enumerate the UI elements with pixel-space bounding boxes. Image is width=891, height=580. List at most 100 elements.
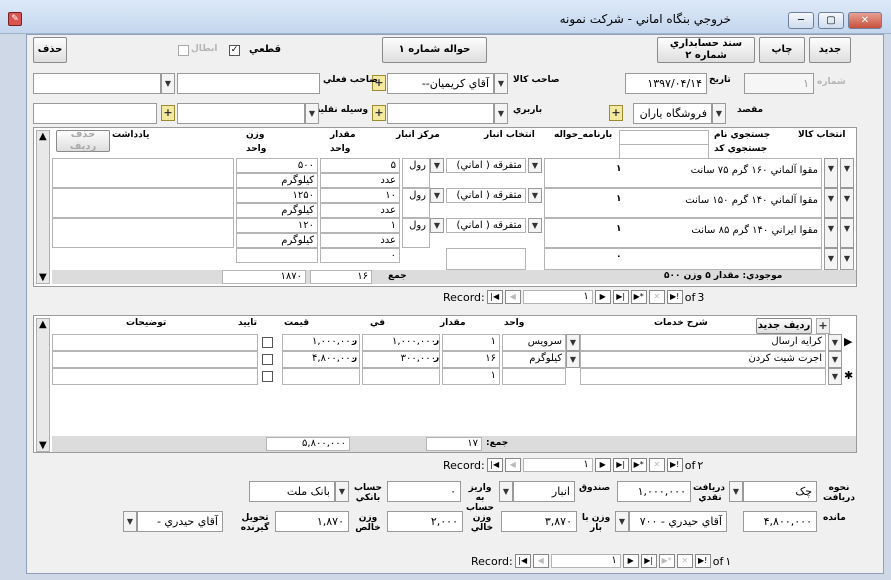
service-row-qty[interactable]: ۱	[442, 334, 500, 351]
services-nav-new[interactable]: ▶*	[630, 458, 647, 472]
goods-nav-new[interactable]: ▶*	[630, 290, 647, 304]
service-new-row-unit[interactable]	[502, 368, 566, 385]
main-nav-current[interactable]: ۱	[550, 554, 621, 568]
main-nav-prev[interactable]: ◀	[532, 554, 549, 568]
minimize-button[interactable]: ─	[788, 12, 814, 29]
goods-new-row-qty[interactable]: ۰	[320, 248, 400, 263]
destination-add-icon[interactable]: +	[609, 105, 623, 121]
final-checkbox[interactable]: ✓	[229, 45, 240, 56]
bank-field[interactable]: بانک ملت	[249, 481, 335, 502]
service-row-total[interactable]: ۴,۸۰۰,۰۰۰	[282, 351, 360, 368]
goods-row-weight[interactable]: ۱۲۵۰	[236, 188, 318, 203]
goods-row-center-dropdown[interactable]: ▼	[430, 218, 444, 233]
cash-field[interactable]: ۱,۰۰۰,۰۰۰	[617, 481, 691, 502]
main-nav-first[interactable]: |◀	[514, 554, 531, 568]
goods-row-select[interactable]: ▼	[840, 248, 854, 270]
goods-row-center-dropdown[interactable]: ▼	[430, 188, 444, 203]
services-nav-search[interactable]: ▶!	[666, 458, 683, 472]
bank-dropdown[interactable]: ▼	[335, 481, 349, 502]
service-row-dropdown[interactable]: ▼	[828, 351, 842, 368]
pay-method-dropdown[interactable]: ▼	[729, 481, 743, 502]
person-dropdown[interactable]: ▼	[615, 511, 629, 532]
goods-nav-first[interactable]: |◀	[486, 290, 503, 304]
remain-field[interactable]: ۴,۸۰۰,۰۰۰	[743, 511, 817, 532]
receiver-dropdown[interactable]: ▼	[123, 511, 137, 532]
service-row-confirm-checkbox[interactable]	[262, 337, 273, 348]
voucher-button[interactable]: سند حسابداري شماره ۲	[657, 37, 755, 63]
service-row-unit[interactable]: سرويس	[502, 334, 566, 351]
goods-row-center[interactable]: رول	[402, 188, 430, 218]
goods-owner-dropdown[interactable]: ▼	[494, 73, 508, 94]
goods-row-name[interactable]: مقوا آلماني ۱۶۰ گرم ۷۵ سانت	[544, 158, 822, 188]
cashbox-dropdown[interactable]: ▼	[499, 481, 513, 502]
vehicle-add-icon[interactable]: +	[161, 105, 175, 121]
person-field[interactable]: آقاي حيدري - ۷۰۰	[629, 511, 727, 532]
service-row-dropdown[interactable]: ▼	[828, 334, 842, 351]
service-new-row-notes[interactable]	[52, 368, 258, 385]
loader-add-icon[interactable]: +	[372, 105, 386, 121]
goods-nav-current[interactable]: ۱	[522, 290, 593, 304]
service-row-price[interactable]: ۱,۰۰۰,۰۰۰	[362, 334, 440, 351]
goods-new-row-name[interactable]	[544, 248, 822, 270]
close-button[interactable]: ✕	[848, 12, 882, 29]
services-nav-prev[interactable]: ◀	[504, 458, 521, 472]
service-row-dropdown[interactable]: ▼	[828, 368, 842, 385]
goods-row-qty[interactable]: ۱۰	[320, 188, 400, 203]
service-row-total[interactable]: ۱,۰۰۰,۰۰۰	[282, 334, 360, 351]
service-row-qty[interactable]: ۱۶	[442, 351, 500, 368]
service-row-confirm-checkbox[interactable]	[262, 354, 273, 365]
goods-row-weight[interactable]: ۱۲۰	[236, 218, 318, 233]
main-nav-next[interactable]: ▶	[622, 554, 639, 568]
goods-nav-next[interactable]: ▶	[594, 290, 611, 304]
goods-row-notes[interactable]	[52, 158, 234, 188]
destination-field[interactable]: فروشگاه ياران	[633, 103, 712, 124]
receiver-field[interactable]: آقاي حيدري -	[137, 511, 223, 532]
vehicle-extra-field[interactable]	[33, 103, 157, 124]
goods-row-qty[interactable]: ۱	[320, 218, 400, 233]
transfer-button[interactable]: حواله شماره ۱	[382, 37, 487, 63]
services-nav-next[interactable]: ▶	[594, 458, 611, 472]
goods-row-weight[interactable]: ۵۰۰	[236, 158, 318, 173]
main-nav-filter[interactable]: ✕	[676, 554, 693, 568]
service-row-unit[interactable]: کيلوگرم	[502, 351, 566, 368]
net-field[interactable]: ۱,۸۷۰	[275, 511, 349, 532]
goods-row-dropdown[interactable]: ▼	[824, 248, 838, 270]
goods-row-notes[interactable]	[52, 188, 234, 218]
restore-button[interactable]: ▢	[818, 12, 844, 29]
goods-row-warehouse[interactable]: متفرقه ( اماني)	[446, 188, 526, 203]
vehicle-dropdown[interactable]: ▼	[305, 103, 319, 124]
goods-row-name[interactable]: مقوا ايراني ۱۴۰ گرم ۸۵ سانت	[544, 218, 822, 248]
goods-row-dropdown[interactable]: ▼	[824, 158, 838, 188]
goods-nav-last[interactable]: ▶|	[612, 290, 629, 304]
search-code-input[interactable]	[619, 144, 709, 159]
goods-row-warehouse[interactable]: متفرقه ( اماني)	[446, 158, 526, 173]
empty-field[interactable]: ۲,۰۰۰	[387, 511, 463, 532]
goods-row-select[interactable]: ▼	[840, 188, 854, 218]
goods-new-row-warehouse[interactable]	[446, 248, 526, 270]
services-add-icon[interactable]: +	[816, 318, 830, 334]
goods-nav-prev[interactable]: ◀	[504, 290, 521, 304]
destination-dropdown[interactable]: ▼	[712, 103, 726, 124]
service-row-notes[interactable]	[52, 351, 258, 368]
goods-row-center[interactable]: رول	[402, 158, 430, 188]
goods-row-wh-dropdown[interactable]: ▼	[528, 188, 542, 203]
services-nav-last[interactable]: ▶|	[612, 458, 629, 472]
goods-row-notes[interactable]	[52, 218, 234, 248]
cancel-checkbox[interactable]	[178, 45, 189, 56]
new-row-button[interactable]: رديف جديد	[756, 318, 812, 334]
goods-row-center-dropdown[interactable]: ▼	[430, 158, 444, 173]
delete-button[interactable]: حذف	[33, 37, 67, 63]
current-owner-field-2[interactable]	[33, 73, 161, 94]
goods-row-wh-dropdown[interactable]: ▼	[528, 218, 542, 233]
main-nav-last[interactable]: ▶|	[640, 554, 657, 568]
main-nav-search[interactable]: ▶!	[694, 554, 711, 568]
loader-field[interactable]	[387, 103, 494, 124]
services-nav-current[interactable]: ۱	[522, 458, 593, 472]
services-nav-filter[interactable]: ✕	[648, 458, 665, 472]
service-new-row-confirm-checkbox[interactable]	[262, 371, 273, 382]
goods-scrollbar[interactable]: ▲ ▼	[36, 130, 50, 284]
service-row-desc[interactable]: اجرت شيت کردن	[580, 351, 826, 368]
goods-row-center[interactable]: رول	[402, 218, 430, 248]
delete-row-button[interactable]: حذف رديف	[56, 129, 110, 152]
current-owner-field[interactable]	[177, 73, 320, 94]
